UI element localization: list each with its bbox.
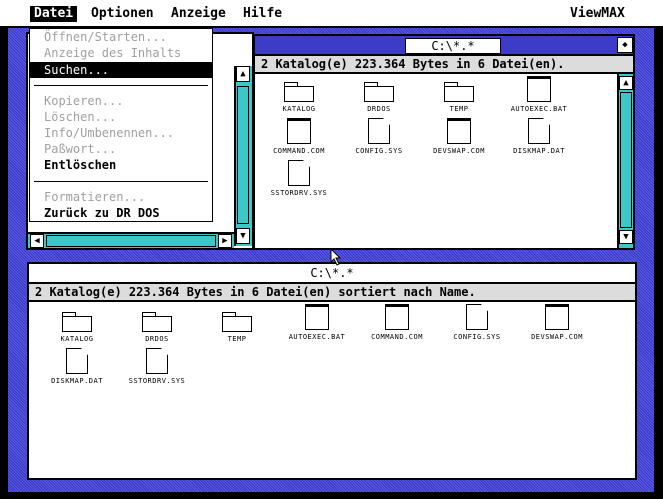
menu-datei[interactable]: Datei <box>30 6 78 22</box>
scroll-right-arrow-icon[interactable]: ▶ <box>218 234 232 248</box>
document-icon <box>368 118 390 144</box>
file-icon-item[interactable]: DEVSWAP.COM <box>419 118 499 155</box>
file-icon-item[interactable]: DEVSWAP.COM <box>517 304 597 341</box>
file-icon-item[interactable]: COMMAND.COM <box>259 118 339 155</box>
file-icon-item[interactable]: KATALOG <box>259 82 339 113</box>
folder-icon <box>284 82 314 102</box>
file-icon-item[interactable]: CONFIG.SYS <box>437 304 517 341</box>
bottom-file-window: C:\*.* 2 Katalog(e) 223.364 Bytes in 6 D… <box>27 262 637 480</box>
batch-file-icon <box>305 304 329 330</box>
menu-item-loeschen[interactable]: Löschen... <box>44 109 116 125</box>
scroll-down-arrow-icon[interactable]: ▼ <box>236 228 250 244</box>
program-file-icon <box>545 304 569 330</box>
scroll-thumb[interactable] <box>620 92 632 228</box>
menu-item-entloeschen[interactable]: Entlöschen <box>44 157 116 173</box>
title-bar[interactable]: C:\*.* ◆ <box>255 36 633 54</box>
menu-optionen[interactable]: Optionen <box>87 6 158 22</box>
file-icon-item[interactable]: AUTOEXEC.BAT <box>499 76 579 113</box>
scroll-up-arrow-icon[interactable]: ▲ <box>236 66 250 82</box>
scroll-down-arrow-icon[interactable]: ▼ <box>619 230 633 244</box>
file-icon-item[interactable]: TEMP <box>419 82 499 113</box>
status-bar: 2 Katalog(e) 223.364 Bytes in 6 Datei(en… <box>29 282 635 302</box>
file-icon-item[interactable]: TEMP <box>197 312 277 343</box>
scroll-up-arrow-icon[interactable]: ▲ <box>619 76 633 90</box>
file-icon-item[interactable]: DRDOS <box>339 82 419 113</box>
scroll-left-arrow-icon[interactable]: ◀ <box>30 234 44 248</box>
menu-item-passwort[interactable]: Paßwort... <box>44 141 116 157</box>
menu-item-formatieren[interactable]: Formatieren... <box>44 189 145 205</box>
file-icon-item[interactable]: AUTOEXEC.BAT <box>277 304 357 341</box>
app-title: ViewMAX <box>570 6 625 21</box>
menu-item-zurueck-dos[interactable]: Zurück zu DR DOS <box>44 205 160 221</box>
document-icon <box>466 304 488 330</box>
menu-item-anzeige-inhalt[interactable]: Anzeige des Inhalts <box>44 45 181 61</box>
folder-icon <box>444 82 474 102</box>
menu-hilfe[interactable]: Hilfe <box>239 6 286 22</box>
vertical-scrollbar[interactable]: ▲ ▼ <box>617 74 633 248</box>
file-icon-item[interactable]: COMMAND.COM <box>357 304 437 341</box>
scroll-thumb[interactable] <box>237 86 249 224</box>
file-icon-item[interactable]: KATALOG <box>37 312 117 343</box>
top-file-window: C:\*.* ◆ 2 Katalog(e) 223.364 Bytes in 6… <box>253 34 635 250</box>
batch-file-icon <box>527 76 551 102</box>
program-file-icon <box>385 304 409 330</box>
folder-icon <box>142 312 172 332</box>
folder-icon <box>364 82 394 102</box>
left-window-vscroll[interactable]: ▲ ▼ <box>234 66 252 246</box>
menu-separator <box>34 85 208 86</box>
folder-icon <box>222 312 252 332</box>
window-title: C:\*.* <box>405 38 501 54</box>
menu-separator <box>34 181 208 182</box>
file-icon-item[interactable]: DISKMAP.DAT <box>37 348 117 385</box>
file-icon-item[interactable]: SSTORDRV.SYS <box>259 160 339 197</box>
datei-dropdown-menu: Öffnen/Starten... Anzeige des Inhalts Su… <box>29 28 213 222</box>
file-icon-item[interactable]: DRDOS <box>117 312 197 343</box>
file-icon-item[interactable]: CONFIG.SYS <box>339 118 419 155</box>
menu-bar: Datei Optionen Anzeige Hilfe ViewMAX <box>0 0 663 28</box>
folder-icon <box>62 312 92 332</box>
document-icon <box>288 160 310 186</box>
menu-item-info-umbenennen[interactable]: Info/Umbenennen... <box>44 125 174 141</box>
menu-item-kopieren[interactable]: Kopieren... <box>44 93 123 109</box>
mouse-pointer-icon <box>330 248 342 266</box>
maximize-icon[interactable]: ◆ <box>617 37 633 53</box>
document-icon <box>528 118 550 144</box>
file-icon-item[interactable]: SSTORDRV.SYS <box>117 348 197 385</box>
program-file-icon <box>287 118 311 144</box>
file-icon-item[interactable]: DISKMAP.DAT <box>499 118 579 155</box>
menu-item-oeffnen[interactable]: Öffnen/Starten... <box>44 29 167 45</box>
menu-anzeige[interactable]: Anzeige <box>167 6 230 22</box>
program-file-icon <box>447 118 471 144</box>
menu-item-suchen[interactable]: Suchen... <box>44 62 109 78</box>
window-title[interactable]: C:\*.* <box>29 264 635 282</box>
status-bar: 2 Katalog(e) 223.364 Bytes in 6 Datei(en… <box>255 54 633 74</box>
document-icon <box>66 348 88 374</box>
document-icon <box>146 348 168 374</box>
left-window-hscroll[interactable]: ◀ ▶ <box>28 232 234 248</box>
hscroll-thumb[interactable] <box>46 235 216 247</box>
